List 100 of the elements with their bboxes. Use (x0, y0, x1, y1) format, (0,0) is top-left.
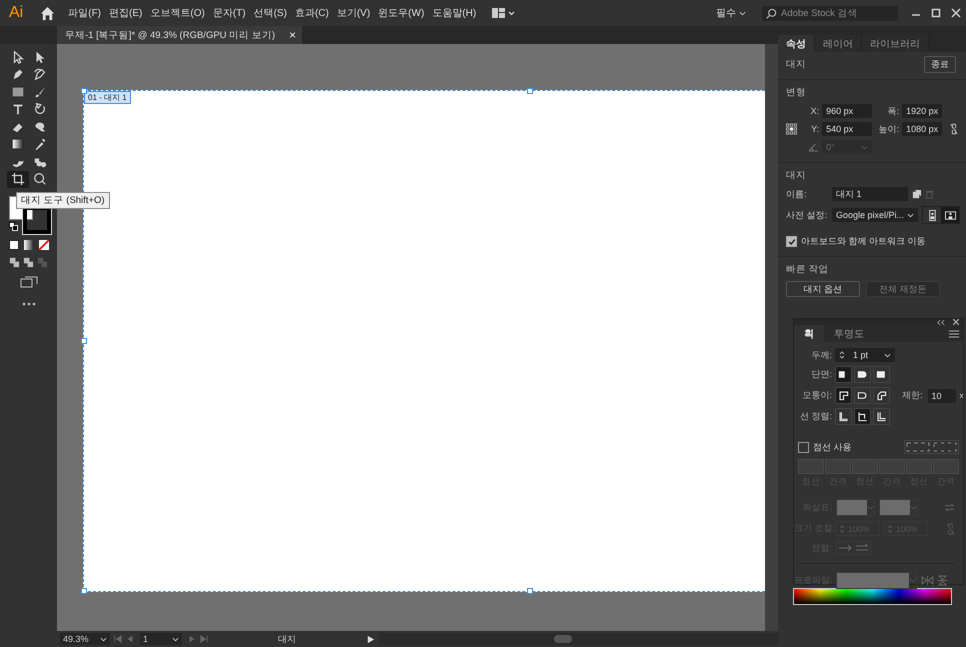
unit-label: x (960, 391, 964, 400)
panel-tab[interactable]: 속성 (778, 35, 815, 52)
section-title: 변형 (786, 86, 807, 99)
field-label: 선 정렬: (798, 410, 832, 423)
miter-corner-icon[interactable] (835, 387, 852, 404)
dash-field[interactable] (798, 459, 824, 474)
search-field[interactable]: Adobe Stock 검색 (762, 6, 898, 20)
weight-field[interactable]: 1 pt (835, 348, 895, 362)
horizontal-scrollbar[interactable] (379, 633, 778, 645)
field-label: 모퉁이: (801, 389, 832, 402)
play-icon[interactable] (366, 634, 375, 644)
input-field[interactable]: 960 px (822, 104, 872, 118)
gradient-mode-icon[interactable] (24, 240, 34, 250)
resize-handle[interactable] (527, 88, 533, 94)
maximize-icon[interactable] (931, 8, 941, 18)
reference-point-icon[interactable] (786, 122, 798, 136)
menu-item[interactable]: 윈도우(W) (378, 6, 424, 20)
search-icon (766, 8, 777, 18)
input-field[interactable]: 540 px (822, 122, 872, 136)
app-logo[interactable]: Ai (0, 4, 32, 22)
close-icon[interactable] (953, 319, 959, 325)
center-align-icon[interactable] (835, 408, 852, 425)
color-spectrum[interactable] (793, 588, 952, 605)
none-mode-icon[interactable] (38, 240, 48, 250)
artboard-label: 01 - 대지 1 (84, 91, 131, 104)
checkbox-label: 점선 사용 (813, 440, 852, 454)
inside-align-icon[interactable] (854, 408, 871, 425)
menu-icon[interactable] (949, 330, 959, 338)
home-icon[interactable] (40, 6, 56, 20)
dash-field[interactable] (879, 459, 905, 474)
menu-item[interactable]: 편집(E) (109, 6, 142, 20)
menu-item[interactable]: 파일(F) (68, 6, 102, 20)
draw-mode-icon[interactable] (23, 257, 34, 268)
document-tab[interactable]: 무제-1 [복구됨]* @ 49.3% (RGB/GPU 미리 보기) × (57, 26, 302, 44)
butt-cap-icon[interactable] (835, 366, 852, 383)
more-icon[interactable] (22, 302, 36, 306)
resize-handle[interactable] (81, 338, 87, 344)
arrowhead-dropdown[interactable] (879, 499, 918, 516)
dash-field[interactable] (933, 459, 959, 474)
outside-align-icon[interactable] (873, 408, 890, 425)
bevel-corner-icon[interactable] (873, 387, 890, 404)
color-mode-icon[interactable] (8, 240, 18, 250)
field-label: 폭: (886, 104, 900, 118)
dash-field[interactable] (852, 459, 878, 474)
panel-tab[interactable]: 투명도 (824, 325, 874, 342)
field-label: 두께: (810, 348, 832, 362)
artboard-tool-icon[interactable] (6, 170, 28, 188)
field-label: 제한: (902, 389, 923, 402)
input-field[interactable]: 1080 px (902, 122, 942, 136)
menu-item[interactable]: 도움말(H) (432, 6, 476, 20)
panel-tab[interactable]: 획 (794, 325, 824, 342)
checkbox[interactable] (798, 442, 809, 452)
menu-item[interactable]: 효과(C) (294, 6, 329, 20)
section-title: 대지 (786, 58, 806, 71)
menu-item[interactable]: 선택(S) (254, 6, 287, 20)
field-label: 단면: (810, 368, 832, 381)
resize-handle[interactable] (81, 588, 87, 594)
close-tab-button[interactable]: × (288, 28, 296, 42)
zoom-field[interactable]: 49.3% (60, 633, 110, 645)
draw-mode-icon[interactable] (9, 257, 20, 268)
dash-field[interactable] (906, 459, 932, 474)
dash-field[interactable] (825, 459, 851, 474)
spinner-icon[interactable] (839, 350, 845, 360)
workspace-switcher[interactable]: 필수 (716, 6, 746, 20)
input-field[interactable]: 1920 px (902, 104, 942, 118)
dash-align-icon[interactable] (906, 442, 930, 452)
dash-corner-icon[interactable] (933, 442, 957, 452)
limit-field[interactable]: 10 (928, 388, 956, 402)
arrowhead-dropdown[interactable] (836, 499, 875, 516)
square-cap-icon[interactable] (873, 366, 890, 383)
exit-button[interactable]: 종료 (924, 56, 956, 73)
artboard-number-field[interactable]: 1 (140, 633, 182, 645)
new-artboard-icon[interactable] (912, 190, 921, 198)
tooltip: 대지 도구 (Shift+O) (16, 192, 110, 209)
close-icon[interactable] (951, 8, 961, 18)
resize-handle[interactable] (527, 588, 533, 594)
layout-icon[interactable] (492, 7, 516, 19)
field-label: 사전 설정: (786, 208, 828, 222)
name-field[interactable]: 대지 1 (832, 187, 908, 201)
vertical-scrollbar[interactable] (765, 44, 778, 631)
flip-horizontal-icon[interactable] (921, 576, 934, 585)
screen-mode-icon[interactable] (20, 276, 38, 288)
round-corner-icon[interactable] (854, 387, 871, 404)
current-tool-label: 대지 (277, 632, 297, 646)
landscape-icon[interactable] (941, 207, 960, 223)
collapse-icon[interactable] (937, 320, 945, 324)
menu-item[interactable]: 문자(T) (212, 6, 246, 20)
field-label: Y: (810, 124, 820, 134)
flip-vertical-icon[interactable] (938, 575, 947, 586)
round-cap-icon[interactable] (854, 366, 871, 383)
menu-item[interactable]: 보기(V) (336, 6, 370, 20)
checkbox[interactable] (786, 236, 797, 247)
default-colors-icon[interactable] (8, 222, 18, 231)
unlinked-icon[interactable] (950, 122, 958, 136)
menu-item[interactable]: 오브젝트(O) (150, 6, 205, 20)
resize-handle[interactable] (81, 88, 87, 94)
field-label: X: (810, 106, 820, 116)
action-button[interactable]: 대지 옵션 (786, 281, 860, 297)
preset-dropdown[interactable]: Google pixel/Pi... (832, 208, 918, 222)
angle-icon (808, 142, 820, 152)
